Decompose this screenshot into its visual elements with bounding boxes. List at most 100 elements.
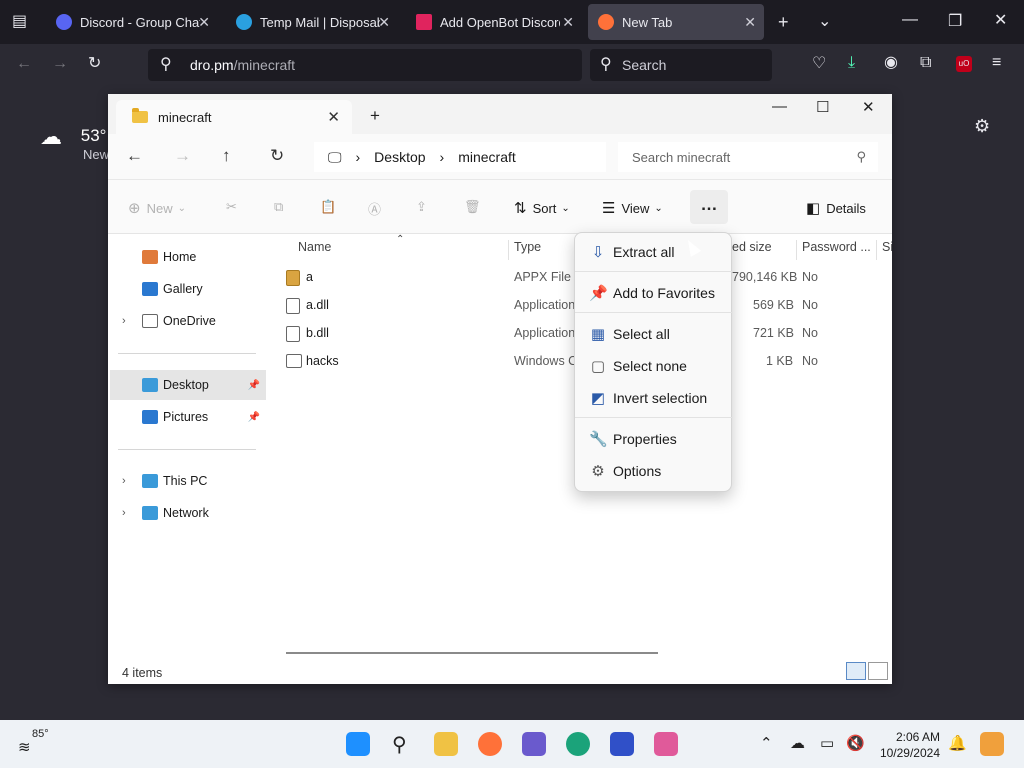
vivaldi-icon[interactable] xyxy=(610,732,634,756)
nav-item-desktop[interactable]: Desktop 📌 xyxy=(110,370,266,400)
sort-button[interactable]: ⇅ Sort ⌄ xyxy=(514,199,570,217)
column-extra[interactable]: Si xyxy=(882,240,892,254)
share-icon[interactable]: ⇪ xyxy=(416,199,427,215)
volume-muted-icon[interactable]: 🔇 xyxy=(846,734,865,752)
firefox-icon[interactable] xyxy=(478,732,502,756)
close-tab-icon[interactable]: ✕ xyxy=(562,14,574,31)
up-icon[interactable]: ↑ xyxy=(222,146,231,166)
pocket-icon[interactable]: ♡ xyxy=(812,56,826,72)
nav-item-onedrive[interactable]: › OneDrive xyxy=(110,306,266,336)
new-tab-icon[interactable]: + xyxy=(778,13,789,31)
refresh-icon[interactable]: ↻ xyxy=(270,146,284,166)
cloud-offline-icon[interactable]: ☁ xyxy=(790,734,805,752)
list-tabs-icon[interactable]: ⌄ xyxy=(818,14,831,30)
nav-item-network[interactable]: › Network xyxy=(110,498,266,528)
back-icon[interactable]: ← xyxy=(16,56,32,72)
details-view-icon[interactable] xyxy=(846,662,866,680)
file-explorer-icon[interactable] xyxy=(434,732,458,756)
chevron-up-icon[interactable]: ⌃ xyxy=(760,734,773,752)
column-divider[interactable] xyxy=(508,240,509,260)
column-divider[interactable] xyxy=(796,240,797,260)
restore-icon[interactable]: ❐ xyxy=(948,14,962,30)
edge-icon[interactable] xyxy=(566,732,590,756)
forward-icon[interactable]: → xyxy=(174,146,191,166)
chevron-right-icon[interactable]: › xyxy=(122,475,126,487)
nav-item-this-pc[interactable]: › This PC xyxy=(110,466,266,496)
search-bar[interactable]: ⚲ Search xyxy=(590,49,772,81)
column-size[interactable]: ed size xyxy=(732,240,772,254)
breadcrumb[interactable]: 🖵 › Desktop › minecraft xyxy=(314,142,606,172)
column-type[interactable]: Type xyxy=(514,240,541,254)
notification-bell-icon[interactable]: 🔔 xyxy=(948,734,967,752)
back-icon[interactable]: ← xyxy=(126,146,143,166)
minimize-icon[interactable]: — xyxy=(902,12,918,28)
start-icon[interactable] xyxy=(346,732,370,756)
url-bar[interactable]: ⚲ dro.pm/minecraft xyxy=(148,49,582,81)
close-tab-icon[interactable]: ✕ xyxy=(378,14,390,31)
downloads-icon[interactable]: ⤓ xyxy=(848,55,855,71)
clock[interactable]: 2:06 AM 10/29/2024 xyxy=(866,729,940,761)
browser-tab-newtab[interactable]: New Tab ✕ xyxy=(588,4,764,40)
copy-icon[interactable]: ⧉ xyxy=(274,199,283,215)
weather-icon[interactable]: ≋ xyxy=(18,738,31,756)
menu-item-options[interactable]: ⚙ Options xyxy=(579,456,729,486)
cut-icon[interactable]: ✂ xyxy=(226,199,237,215)
breadcrumb-minecraft[interactable]: minecraft xyxy=(458,149,516,165)
shortcut-file-icon xyxy=(286,354,302,368)
see-more-button[interactable]: … xyxy=(690,190,728,224)
ublock-icon[interactable]: uO xyxy=(956,56,972,72)
menu-icon[interactable]: ≡ xyxy=(992,55,1001,71)
close-tab-icon[interactable]: ✕ xyxy=(327,108,340,126)
menu-item-select-none[interactable]: ▢ Select none xyxy=(579,351,729,381)
copilot-icon[interactable] xyxy=(522,732,546,756)
browser-tab-tempmail[interactable]: Temp Mail | Disposable Email ✕ xyxy=(226,4,398,40)
breadcrumb-desktop[interactable]: Desktop xyxy=(374,149,425,165)
search-icon[interactable]: ⚲ xyxy=(392,732,407,757)
explorer-tab[interactable]: minecraft ✕ xyxy=(116,100,352,134)
new-tab-icon[interactable]: + xyxy=(370,106,380,126)
tiles-view-icon[interactable] xyxy=(868,662,888,680)
tab-overview-icon[interactable]: ▤ xyxy=(12,14,27,30)
chevron-right-icon[interactable]: › xyxy=(122,507,126,519)
forward-icon[interactable]: → xyxy=(52,56,68,72)
select-none-icon: ▢ xyxy=(590,358,606,375)
account-icon[interactable]: ◉ xyxy=(884,55,898,71)
view-button[interactable]: ☰ View ⌄ xyxy=(602,199,663,217)
close-window-icon[interactable]: ✕ xyxy=(994,13,1007,29)
new-button[interactable]: ⊕ New ⌄ xyxy=(128,199,186,217)
column-divider[interactable] xyxy=(876,240,877,260)
maximize-icon[interactable]: ☐ xyxy=(816,98,829,116)
menu-item-invert-selection[interactable]: ◩ Invert selection xyxy=(579,383,729,413)
settings-gear-icon[interactable]: ⚙ xyxy=(974,117,990,135)
horizontal-scrollbar[interactable] xyxy=(286,652,658,654)
pin-icon[interactable]: 📌 xyxy=(248,412,260,423)
nav-item-home[interactable]: Home xyxy=(110,242,266,272)
browser-tab-discord[interactable]: Discord - Group Chat That's All Fun & Ga… xyxy=(46,4,218,40)
browser-tab-openbot[interactable]: Add OpenBot Discord Bot ✕ xyxy=(406,4,582,40)
network-icon[interactable]: ▭ xyxy=(820,734,834,752)
chevron-right-icon[interactable]: › xyxy=(122,315,126,327)
column-name[interactable]: Name xyxy=(298,240,331,254)
nav-item-gallery[interactable]: Gallery xyxy=(110,274,266,304)
close-window-icon[interactable]: ✕ xyxy=(862,98,875,116)
rename-icon[interactable]: Ⓐ xyxy=(368,199,381,218)
close-tab-icon[interactable]: ✕ xyxy=(744,14,756,31)
pin-icon[interactable]: 📌 xyxy=(248,380,260,391)
delete-icon[interactable]: 🗑 xyxy=(464,199,481,215)
nav-item-pictures[interactable]: Pictures 📌 xyxy=(110,402,266,432)
extensions-icon[interactable]: ⧉ xyxy=(920,55,931,71)
column-password[interactable]: Password ... xyxy=(802,240,871,254)
details-button[interactable]: ◧ Details xyxy=(806,199,866,217)
menu-item-extract-all[interactable]: ⇩ Extract all xyxy=(579,237,729,267)
copilot-pre-icon[interactable] xyxy=(980,732,1004,756)
search-input[interactable]: Search minecraft ⚲ xyxy=(618,142,878,172)
menu-divider xyxy=(575,271,733,272)
paste-icon[interactable]: 📋 xyxy=(320,199,336,215)
close-tab-icon[interactable]: ✕ xyxy=(198,14,210,31)
minimize-icon[interactable]: — xyxy=(772,98,787,115)
menu-item-add-to-favorites[interactable]: 📌 Add to Favorites xyxy=(579,278,729,308)
menu-item-select-all[interactable]: ▦ Select all xyxy=(579,319,729,349)
app-icon[interactable] xyxy=(654,732,678,756)
reload-icon[interactable]: ↻ xyxy=(88,56,101,72)
menu-item-properties[interactable]: 🔧 Properties xyxy=(579,424,729,454)
